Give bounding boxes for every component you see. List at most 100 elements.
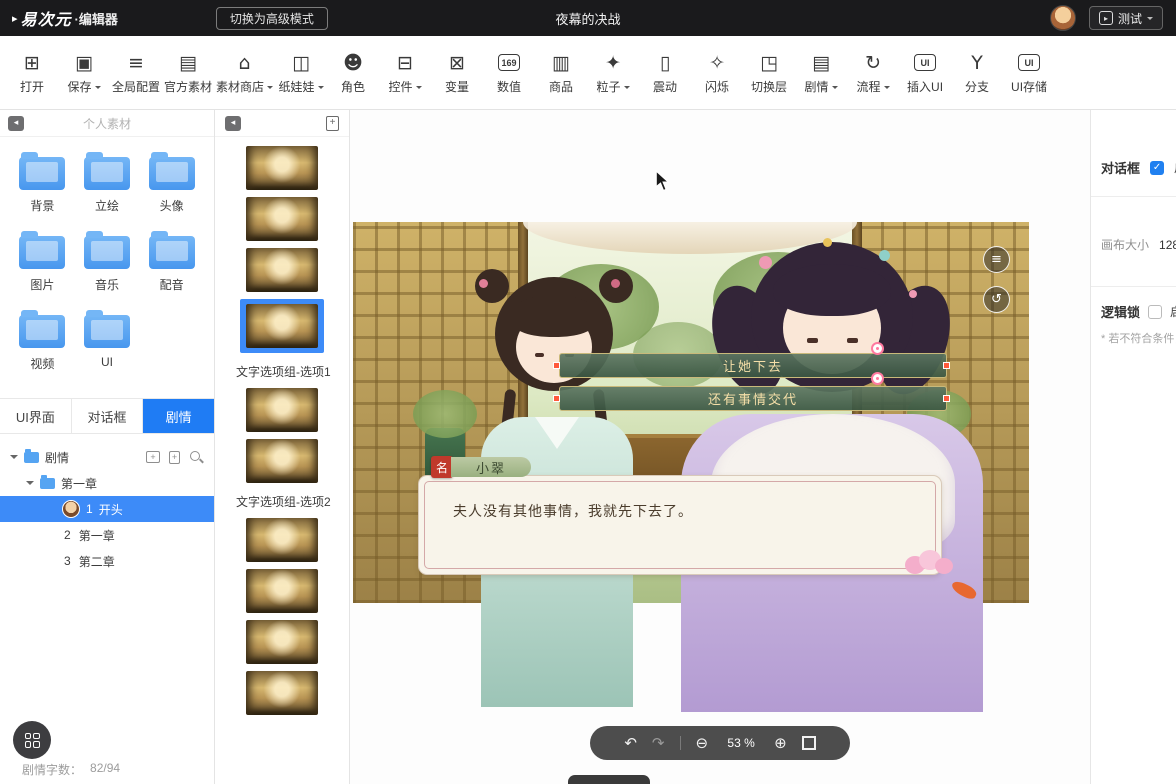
folder-music[interactable]: 音乐 bbox=[75, 231, 140, 293]
scene-thumbnail[interactable] bbox=[246, 197, 318, 241]
undo-icon[interactable]: ↶ bbox=[624, 736, 637, 751]
selection-handle[interactable] bbox=[553, 362, 560, 369]
expander-icon[interactable] bbox=[10, 455, 18, 463]
selection-ring-handle[interactable] bbox=[871, 342, 884, 355]
canvas-size-section: 画布大小 1280px × bbox=[1101, 236, 1176, 253]
speaker-name-tag[interactable]: 名 小翠 bbox=[431, 456, 531, 478]
add-file-icon[interactable] bbox=[169, 451, 180, 464]
toolbar-item-insert-ui[interactable]: UI插入UI bbox=[899, 36, 951, 109]
toolbar-item-global-config[interactable]: ≡全局配置 bbox=[110, 36, 162, 109]
game-menu-button[interactable]: ≡ bbox=[983, 246, 1010, 273]
user-avatar[interactable] bbox=[1050, 5, 1076, 31]
test-button-label: 测试 bbox=[1118, 10, 1142, 27]
scene-thumbnail-selected[interactable] bbox=[240, 299, 324, 353]
tree-chapter-1[interactable]: 第一章 bbox=[0, 470, 214, 496]
zoom-out-icon[interactable]: ⊖ bbox=[696, 736, 709, 751]
scene-thumbnail[interactable] bbox=[246, 439, 318, 483]
dropdown-caret bbox=[267, 86, 273, 92]
scene-thumbnail-panel: ◂ 文字选项组-选项1 文字选项组-选项2 bbox=[215, 110, 350, 784]
scene-thumbnail[interactable] bbox=[246, 620, 318, 664]
canvas-size-label: 画布大小 bbox=[1101, 236, 1149, 253]
thumbnail-list: 文字选项组-选项1 文字选项组-选项2 bbox=[215, 137, 349, 715]
tab-story[interactable]: 剧情 bbox=[143, 399, 214, 433]
toolbar-item-ui-storage[interactable]: UIUI存储 bbox=[1003, 36, 1055, 109]
toolbar-item-particle[interactable]: ✦粒子 bbox=[587, 36, 639, 109]
enable-logic-lock-checkbox[interactable] bbox=[1148, 305, 1162, 319]
selection-handle[interactable] bbox=[553, 395, 560, 402]
selection-handle[interactable] bbox=[943, 395, 950, 402]
folder-icon bbox=[84, 315, 130, 348]
scene-thumbnail[interactable] bbox=[246, 388, 318, 432]
divider bbox=[680, 736, 681, 750]
folder-icon bbox=[149, 236, 195, 269]
hidden-panel-edge[interactable] bbox=[568, 775, 650, 784]
toolbar-item-flash[interactable]: ✧闪烁 bbox=[691, 36, 743, 109]
advanced-mode-button[interactable]: 切换为高级模式 bbox=[216, 7, 328, 30]
toolbar-item-open[interactable]: ⊞打开 bbox=[6, 36, 58, 109]
choice-button-1[interactable]: 让她下去 bbox=[559, 353, 947, 378]
folder-images[interactable]: 图片 bbox=[10, 231, 75, 293]
dropdown-caret bbox=[832, 86, 838, 92]
toolbar-item-character[interactable]: ☻角色 bbox=[327, 36, 379, 109]
tab-dialog[interactable]: 对话框 bbox=[72, 399, 144, 433]
choice-button-2[interactable]: 还有事情交代 bbox=[559, 386, 947, 411]
dialog-box[interactable]: 夫人没有其他事情，我就先下去了。 bbox=[419, 476, 941, 574]
toolbar-item-numeric[interactable]: 169数值 bbox=[483, 36, 535, 109]
asset-grid-button[interactable] bbox=[13, 721, 51, 759]
numeric-icon: 169 bbox=[498, 54, 520, 71]
scene-thumbnail[interactable] bbox=[246, 146, 318, 190]
add-folder-icon[interactable] bbox=[146, 451, 160, 463]
game-preview[interactable]: 让她下去 还有事情交代 名 小翠 夫人没有其他事情，我就先下去了。 bbox=[353, 222, 1029, 603]
toolbar-item-official-assets[interactable]: ▤官方素材 bbox=[162, 36, 214, 109]
toolbar-item-save[interactable]: ▣保存 bbox=[58, 36, 110, 109]
search-icon[interactable] bbox=[189, 450, 204, 465]
project-title: 夜幕的决战 bbox=[555, 9, 620, 28]
folder-ui[interactable]: UI bbox=[75, 310, 140, 372]
dropdown-caret bbox=[416, 86, 422, 92]
folder-voice[interactable]: 配音 bbox=[139, 231, 204, 293]
redo-icon[interactable]: ↷ bbox=[652, 736, 665, 751]
asset-panel: 个人素材 ◂ 背景 立绘 头像 图片 音乐 配音 视频 UI UI界面 对话框 … bbox=[0, 110, 215, 784]
selection-ring-handle[interactable] bbox=[871, 372, 884, 385]
properties-panel: 对话框 启用对 画布大小 1280px × 逻辑锁 启用逻 * 若不符合条件，则… bbox=[1090, 110, 1176, 784]
toolbar-item-variable[interactable]: ⊠变量 bbox=[431, 36, 483, 109]
tree-episode-2[interactable]: 2 第一章 bbox=[0, 522, 214, 548]
folder-icon bbox=[84, 236, 130, 269]
add-scene-icon[interactable] bbox=[326, 116, 339, 131]
toolbar-item-goods[interactable]: ▥商品 bbox=[535, 36, 587, 109]
dialog-text: 夫人没有其他事情，我就先下去了。 bbox=[453, 500, 921, 522]
scene-thumbnail[interactable] bbox=[246, 518, 318, 562]
tree-episode-3[interactable]: 3 第二章 bbox=[0, 548, 214, 574]
scene-thumbnail[interactable] bbox=[246, 569, 318, 613]
fullscreen-icon[interactable] bbox=[802, 736, 816, 750]
folder-character-art[interactable]: 立绘 bbox=[75, 152, 140, 214]
toolbar-item-branch[interactable]: Y分支 bbox=[951, 36, 1003, 109]
test-button[interactable]: ▸ 测试 bbox=[1089, 6, 1163, 30]
expander-icon[interactable] bbox=[26, 481, 34, 489]
panel-tabs: UI界面 对话框 剧情 bbox=[0, 398, 214, 434]
folder-backgrounds[interactable]: 背景 bbox=[10, 152, 75, 214]
game-history-button[interactable]: ↺ bbox=[983, 286, 1010, 313]
tree-episode-1-selected[interactable]: 1 开头 bbox=[0, 496, 214, 522]
toolbar-item-story[interactable]: ▤剧情 bbox=[795, 36, 847, 109]
toolbar-item-widgets[interactable]: ⊟控件 bbox=[379, 36, 431, 109]
collapse-panel-button[interactable]: ◂ bbox=[8, 116, 24, 131]
enable-dialog-checkbox[interactable] bbox=[1150, 161, 1164, 175]
folder-icon bbox=[19, 236, 65, 269]
toolbar-item-switch-layer[interactable]: ◳切换层 bbox=[743, 36, 795, 109]
selection-handle[interactable] bbox=[943, 362, 950, 369]
logo-suffix: ·编辑器 bbox=[75, 9, 118, 28]
folder-avatars[interactable]: 头像 bbox=[139, 152, 204, 214]
tab-ui-interface[interactable]: UI界面 bbox=[0, 399, 72, 433]
scene-thumbnail[interactable] bbox=[246, 671, 318, 715]
zoom-in-icon[interactable]: ⊕ bbox=[774, 736, 787, 751]
toolbar-item-shake[interactable]: ▯震动 bbox=[639, 36, 691, 109]
toolbar-item-flow[interactable]: ↻流程 bbox=[847, 36, 899, 109]
toolbar-item-paper-doll[interactable]: ◫纸娃娃 bbox=[275, 36, 327, 109]
scene-thumbnail[interactable] bbox=[246, 248, 318, 292]
editor-canvas[interactable]: 让她下去 还有事情交代 名 小翠 夫人没有其他事情，我就先下去了。 bbox=[350, 110, 1090, 784]
folder-video[interactable]: 视频 bbox=[10, 310, 75, 372]
collapse-panel-button[interactable]: ◂ bbox=[225, 116, 241, 131]
toolbar-item-asset-store[interactable]: ⌂素材商店 bbox=[214, 36, 275, 109]
tree-root-story[interactable]: 剧情 bbox=[0, 444, 214, 470]
